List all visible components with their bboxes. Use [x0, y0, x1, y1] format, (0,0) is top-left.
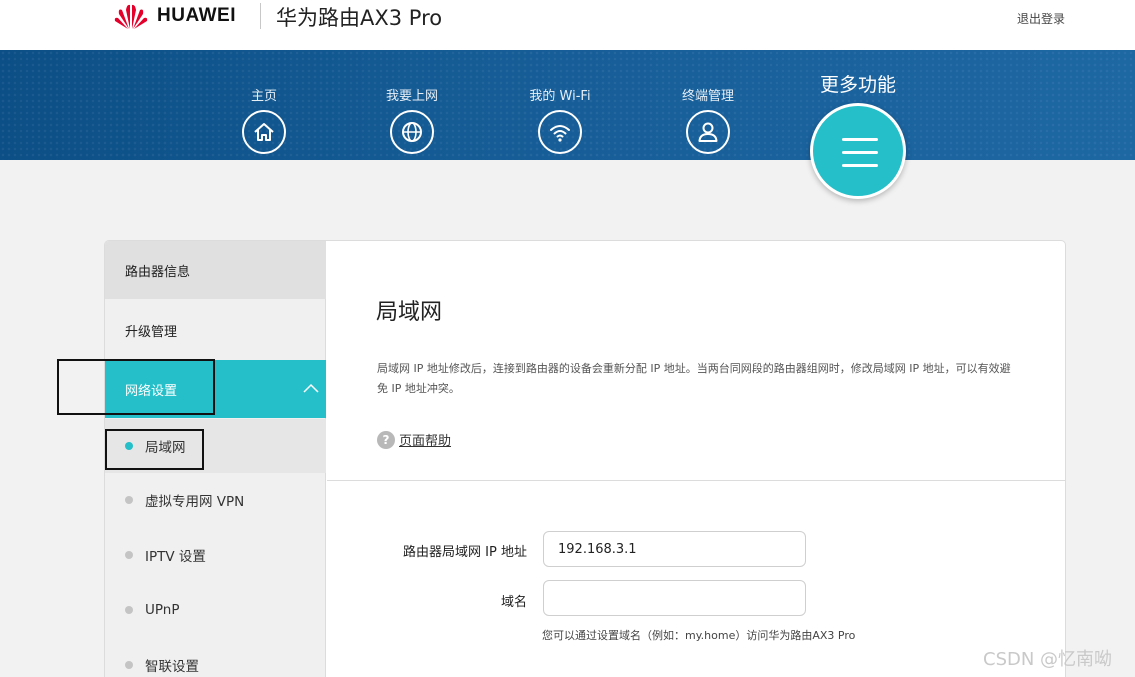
- sidebar-subitem-smart-link[interactable]: 智联设置: [105, 638, 326, 677]
- menu-icon: [842, 138, 878, 141]
- logout-link[interactable]: 退出登录: [1017, 10, 1065, 27]
- page-title: 局域网: [376, 300, 443, 325]
- globe-icon: [390, 110, 434, 154]
- sidebar-subitem-upnp[interactable]: UPnP: [105, 583, 326, 637]
- lan-ip-input[interactable]: [543, 531, 806, 567]
- huawei-logo: HUAWEI: [113, 2, 236, 30]
- domain-hint: 您可以通过设置域名（例如：my.home）访问华为路由AX3 Pro: [542, 629, 856, 642]
- section-divider: [327, 480, 1065, 481]
- dot-icon: [125, 551, 133, 559]
- sidebar-subitem-label: 局域网: [145, 440, 186, 456]
- sidebar-subitem-label: 智联设置: [145, 659, 199, 675]
- top-header: HUAWEI 华为路由AX3 Pro 退出登录: [0, 0, 1135, 50]
- huawei-flower-icon: [114, 4, 148, 29]
- sidebar-item-upgrade[interactable]: 升级管理: [105, 301, 326, 359]
- nav-home[interactable]: 主页: [204, 50, 324, 154]
- dot-icon: [125, 661, 133, 669]
- menu-icon-bar: [842, 164, 878, 167]
- settings-card: 路由器信息 升级管理 网络设置 局域网 虚拟专用网 VPN IPTV 设置 UP…: [104, 240, 1066, 677]
- sidebar-subitem-vpn[interactable]: 虚拟专用网 VPN: [105, 473, 326, 527]
- dot-icon: [125, 496, 133, 504]
- sidebar-subitem-label: UPnP: [145, 602, 180, 618]
- domain-label: 域名: [500, 595, 527, 610]
- sidebar-item-router-info[interactable]: 路由器信息: [105, 241, 326, 299]
- lan-ip-label: 路由器局域网 IP 地址: [403, 545, 527, 560]
- main-nav: 主页 我要上网 我的 Wi-Fi 终端管理: [0, 50, 1135, 160]
- product-name: 华为路由AX3 Pro: [276, 6, 443, 30]
- page-description: 局域网 IP 地址修改后，连接到路由器的设备会重新分配 IP 地址。当两台同网段…: [377, 362, 1011, 395]
- page-help-label: 页面帮助: [399, 434, 452, 449]
- nav-devices[interactable]: 终端管理: [648, 50, 768, 154]
- home-icon: [242, 110, 286, 154]
- sidebar-subitem-label: 虚拟专用网 VPN: [145, 494, 245, 510]
- main-content: 局域网 局域网 IP 地址修改后，连接到路由器的设备会重新分配 IP 地址。当两…: [327, 241, 1065, 677]
- nav-wifi[interactable]: 我的 Wi-Fi: [500, 50, 620, 154]
- header-divider: [260, 3, 261, 29]
- page-help-link[interactable]: ? 页面帮助: [377, 430, 451, 449]
- sidebar-subitem-lan[interactable]: 局域网: [105, 419, 326, 473]
- wifi-icon: [538, 110, 582, 154]
- menu-icon-bar: [842, 151, 878, 154]
- sidebar-subitem-iptv[interactable]: IPTV 设置: [105, 528, 326, 582]
- active-dot-icon: [125, 442, 133, 450]
- help-icon: ?: [377, 430, 395, 449]
- sidebar: 路由器信息 升级管理 网络设置 局域网 虚拟专用网 VPN IPTV 设置 UP…: [105, 241, 326, 677]
- user-icon: [686, 110, 730, 154]
- more-functions-label: 更多功能: [819, 74, 896, 96]
- more-functions-button[interactable]: [810, 103, 906, 199]
- nav-devices-label: 终端管理: [681, 89, 734, 104]
- watermark: CSDN @忆南呦: [983, 649, 1113, 670]
- sidebar-item-network[interactable]: 网络设置: [105, 360, 326, 418]
- nav-internet[interactable]: 我要上网: [352, 50, 472, 154]
- nav-internet-label: 我要上网: [385, 89, 438, 104]
- nav-wifi-label: 我的 Wi-Fi: [529, 89, 591, 104]
- sidebar-item-network-label: 网络设置: [125, 383, 178, 399]
- brand-name: HUAWEI: [157, 5, 236, 26]
- chevron-up-icon: [303, 383, 319, 393]
- dot-icon: [125, 606, 133, 614]
- domain-input[interactable]: [543, 580, 806, 616]
- sidebar-subitem-label: IPTV 设置: [145, 549, 206, 565]
- nav-home-label: 主页: [250, 89, 277, 104]
